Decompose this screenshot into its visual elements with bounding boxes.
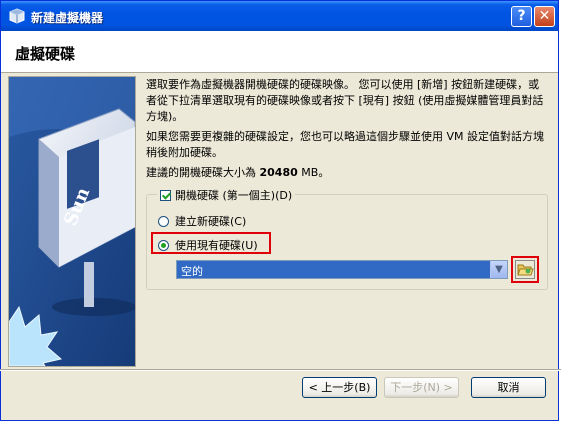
radio-create-new-label: 建立新硬碟(C)	[175, 215, 247, 228]
next-button[interactable]: 下一步(N) >	[384, 377, 459, 398]
footer-divider	[0, 369, 561, 371]
radio-use-existing-label: 使用現有硬碟(U)	[175, 239, 258, 252]
open-media-manager-button[interactable]	[515, 260, 535, 279]
virtualbox-cube-icon: Sun	[9, 77, 135, 366]
close-button[interactable]: ✕	[534, 6, 555, 27]
boot-disk-checkbox[interactable]: 開機硬碟 (第一個主)(D)	[157, 187, 296, 203]
cancel-button[interactable]: 取消	[471, 377, 546, 398]
window-title: 新建虛擬機器	[31, 11, 104, 25]
description-paragraph-2: 如果您需要更複雜的硬碟設定，您也可以略過這個步驟並使用 VM 設定值對話方塊稍後…	[146, 130, 545, 159]
page-title: 虛擬硬碟	[15, 45, 76, 63]
recommended-size-text: 建議的開機硬碟大小為 20480 MB。	[146, 165, 546, 181]
radio-create-new-disk[interactable]: 建立新硬碟(C)	[158, 213, 246, 229]
combobox-value: 空的	[181, 265, 203, 278]
virtualbox-icon	[9, 8, 25, 24]
chevron-down-icon[interactable]: ▼	[490, 261, 507, 278]
radio-use-existing-disk[interactable]: 使用現有硬碟(U)	[158, 237, 258, 253]
description-paragraph-1: 選取要作為虛擬機器開機硬碟的硬碟映像。 您可以使用 [新增] 按鈕新建硬碟，或者…	[146, 78, 544, 123]
boot-disk-checkbox-label: 開機硬碟 (第一個主)(D)	[175, 189, 293, 202]
folder-icon	[517, 264, 534, 276]
checkbox-checked-icon[interactable]	[160, 189, 171, 201]
back-button[interactable]: < 上一步(B)	[302, 377, 377, 398]
wizard-header: 虛擬硬碟	[1, 31, 558, 73]
title-bar[interactable]: 新建虛擬機器 ? ✕	[1, 1, 558, 31]
radio-off-icon[interactable]	[158, 215, 169, 227]
disk-image-combobox[interactable]: 空的 ▼	[176, 260, 508, 279]
help-button[interactable]: ?	[511, 6, 532, 27]
size-value: 20480	[259, 166, 298, 179]
radio-on-icon[interactable]	[158, 239, 169, 251]
size-prefix: 建議的開機硬碟大小為	[146, 166, 260, 179]
description-area: 選取要作為虛擬機器開機硬碟的硬碟映像。 您可以使用 [新增] 按鈕新建硬碟，或者…	[146, 77, 546, 185]
size-suffix: MB。	[297, 166, 330, 179]
virtualbox-side-illustration: Sun	[8, 76, 136, 367]
